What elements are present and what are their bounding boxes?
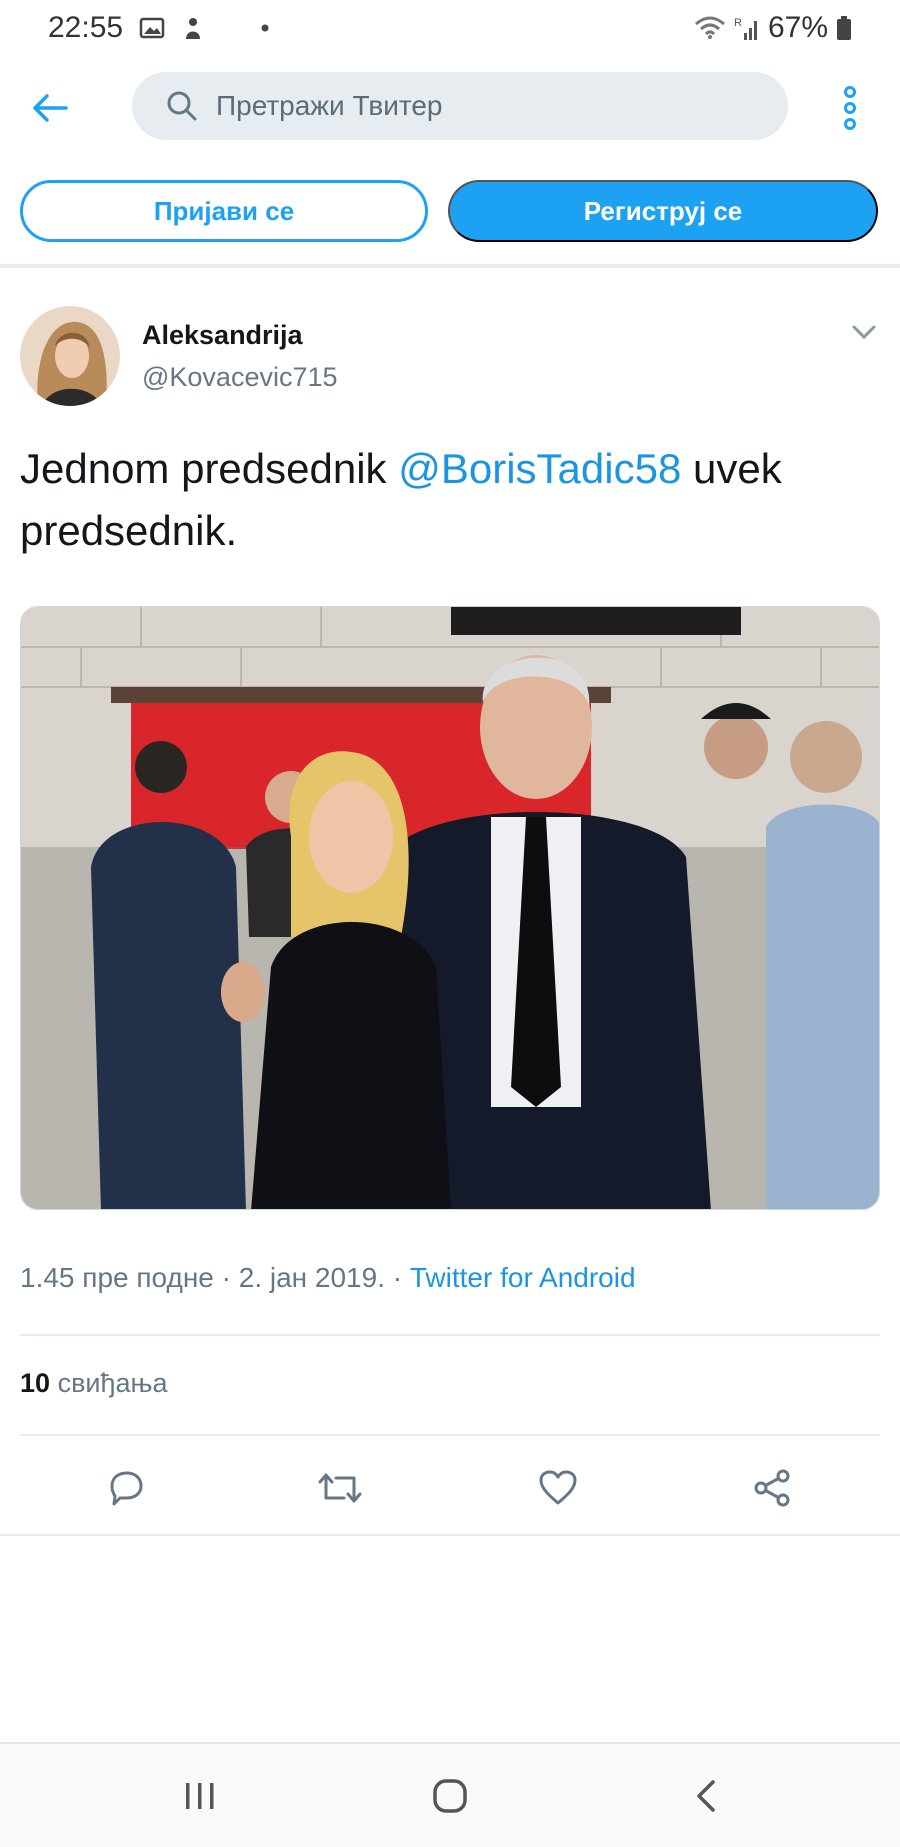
battery-icon [836, 15, 852, 41]
back-button[interactable] [28, 86, 72, 130]
notification-icon [181, 15, 205, 41]
status-time: 22:55 [48, 11, 124, 44]
reply-button[interactable] [96, 1458, 156, 1518]
tweet-menu-button[interactable] [850, 322, 878, 342]
battery-percent: 67% [767, 11, 828, 44]
top-bar [0, 72, 900, 144]
signup-button[interactable]: Региструј се [448, 180, 878, 242]
home-button[interactable] [420, 1768, 480, 1824]
meta-separator: · [384, 1262, 410, 1293]
login-button[interactable]: Пријави се [20, 180, 428, 242]
avatar[interactable] [20, 306, 120, 406]
status-bar: 22:55 R 67% [0, 0, 900, 56]
back-arrow-icon [33, 94, 68, 122]
dot-icon [261, 24, 269, 32]
chevron-down-icon [852, 325, 876, 340]
recent-apps-button[interactable] [170, 1768, 230, 1824]
wifi-icon [694, 16, 726, 40]
retweet-icon [318, 1473, 362, 1503]
divider [0, 1534, 900, 1536]
tweet-date: 2. јан 2019. [238, 1262, 385, 1293]
search-input[interactable] [216, 90, 736, 122]
auth-row: Пријави се Региструј се [0, 180, 900, 244]
system-nav-bar [0, 1742, 900, 1847]
tweet-time: 1.45 пре подне [20, 1262, 214, 1293]
back-icon [697, 1780, 715, 1812]
svg-text:R: R [734, 17, 742, 29]
like-button[interactable] [528, 1458, 588, 1518]
recent-apps-icon [186, 1783, 214, 1809]
home-icon [433, 1779, 467, 1813]
meta-separator: · [213, 1262, 239, 1293]
likes-number: 10 [20, 1368, 51, 1398]
image-icon [139, 16, 165, 40]
more-options-button[interactable] [832, 80, 868, 136]
tweet-header: Aleksandrija @Kovacevic715 [20, 306, 880, 406]
back-nav-button[interactable] [676, 1768, 736, 1824]
like-icon [539, 1470, 577, 1505]
tweet-text-part: Jednom predsednik [20, 445, 399, 492]
divider [20, 1334, 880, 1336]
more-vertical-icon [844, 86, 856, 130]
tweet-actions [0, 1458, 900, 1518]
mention-link[interactable]: @BorisTadic58 [398, 445, 681, 492]
share-button[interactable] [742, 1458, 802, 1518]
divider [20, 1434, 880, 1436]
likes-count[interactable]: 10 свиђања [20, 1368, 167, 1399]
divider [0, 264, 900, 268]
likes-label: свиђања [57, 1368, 168, 1398]
share-icon [754, 1469, 790, 1507]
reply-icon [110, 1471, 143, 1506]
tweet-photo[interactable] [20, 606, 880, 1210]
author-name[interactable]: Aleksandrija [142, 320, 303, 351]
signal-icon: R [734, 15, 760, 41]
author-handle[interactable]: @Kovacevic715 [142, 362, 338, 393]
retweet-button[interactable] [310, 1458, 370, 1518]
tweet-text: Jednom predsednik @BorisTadic58 uvek pre… [20, 438, 880, 562]
search-icon [167, 91, 197, 121]
tweet-source-link[interactable]: Twitter for Android [410, 1262, 636, 1293]
tweet-meta: 1.45 пре подне · 2. јан 2019. · Twitter … [20, 1262, 636, 1294]
search-bar[interactable] [132, 72, 788, 140]
